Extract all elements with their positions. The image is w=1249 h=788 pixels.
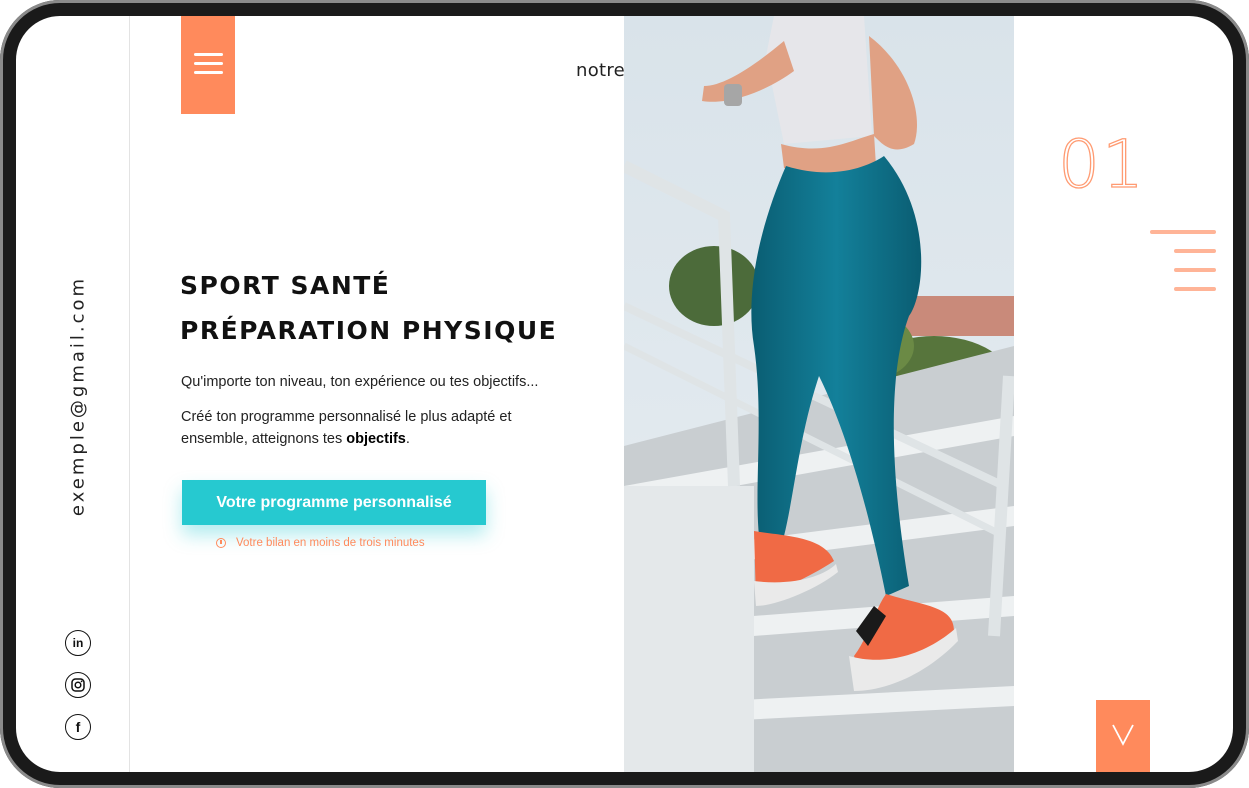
menu-icon-bar <box>194 62 223 65</box>
hero-paragraph-2: Créé ton programme personnalisé le plus … <box>181 409 512 447</box>
device-frame: exemple@gmail.com in f notrenom SPORT SA… <box>0 0 1249 788</box>
slide-number: 01 <box>1057 125 1146 203</box>
hero-photo <box>624 16 1014 772</box>
scroll-down-button[interactable] <box>1096 700 1150 772</box>
runner-photo-illustration <box>624 16 1014 772</box>
slide-line <box>1150 230 1216 234</box>
slide-line <box>1174 268 1216 272</box>
slide-line <box>1174 249 1216 253</box>
slide-line <box>1174 287 1216 291</box>
contact-email[interactable]: exemple@gmail.com <box>68 276 89 516</box>
hero-paragraph-1: Qu'importe ton niveau, ton expérience ou… <box>181 374 539 390</box>
facebook-icon[interactable]: f <box>65 714 91 740</box>
cta-note: Votre bilan en moins de trois minutes <box>216 537 425 549</box>
linkedin-icon[interactable]: in <box>65 630 91 656</box>
menu-icon-bar <box>194 71 223 74</box>
instagram-glyph <box>71 678 85 692</box>
programme-button[interactable]: Votre programme personnalisé <box>182 480 486 525</box>
screen: exemple@gmail.com in f notrenom SPORT SA… <box>16 16 1233 772</box>
left-rail: exemple@gmail.com in f <box>16 16 130 772</box>
instagram-icon[interactable] <box>65 672 91 698</box>
hero-title-line1: SPORT SANTÉ <box>180 271 391 300</box>
clock-icon <box>216 538 226 548</box>
menu-icon-bar <box>194 53 223 56</box>
chevron-down-icon <box>1112 724 1134 746</box>
menu-button[interactable] <box>181 16 235 114</box>
hero-title-line2: PRÉPARATION PHYSIQUE <box>180 316 558 345</box>
hero-paragraph-bold: objectifs <box>346 431 406 447</box>
